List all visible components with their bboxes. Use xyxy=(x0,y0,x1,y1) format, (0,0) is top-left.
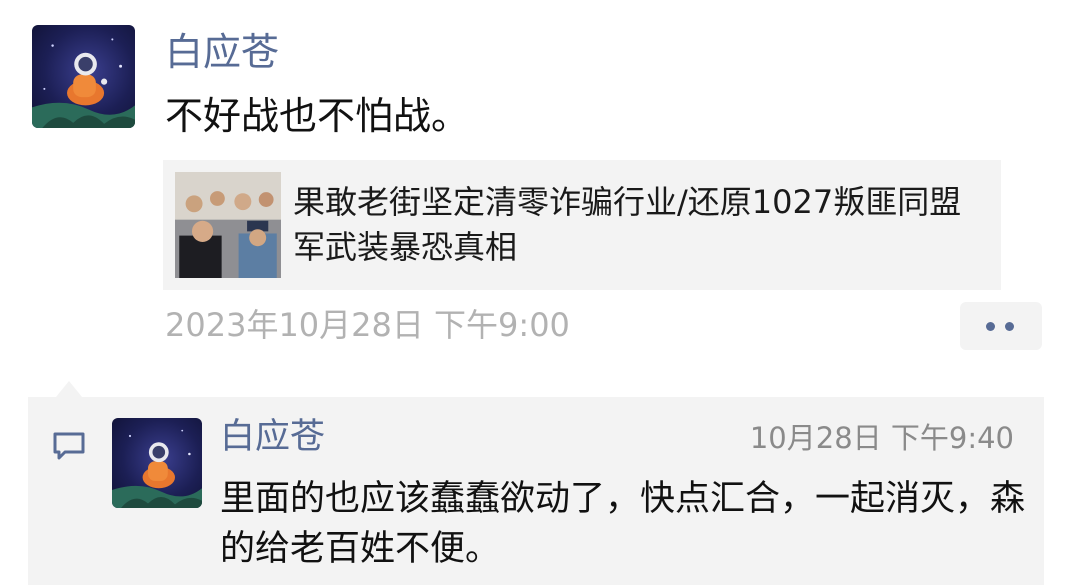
comment-author-avatar[interactable] xyxy=(112,418,202,508)
astronaut-avatar-image xyxy=(32,38,135,128)
comment-author-name[interactable]: 白应苍 xyxy=(220,420,325,455)
shared-link-card[interactable]: 果敢老街坚定清零诈骗行业/还原1027叛匪同盟军武装暴恐真相 xyxy=(163,160,1001,290)
comment-bubble-icon xyxy=(53,432,85,460)
more-dots-icon xyxy=(986,322,995,331)
more-actions-button[interactable] xyxy=(960,302,1042,350)
comment-text: 里面的也应该蠢蠢欲动了，快点汇合，一起消灭，森的给老百姓不便。 xyxy=(220,479,1026,569)
astronaut-avatar-image xyxy=(112,429,202,508)
post-timestamp: 2023年10月28日 下午9:00 xyxy=(165,306,570,344)
post-author-name[interactable]: 白应苍 xyxy=(165,33,279,71)
comment-area-pointer xyxy=(56,381,82,397)
more-dots-icon xyxy=(1005,322,1014,331)
post-author-avatar[interactable] xyxy=(32,25,135,128)
comment-timestamp: 10月28日 下午9:40 xyxy=(749,421,1014,455)
link-thumbnail xyxy=(175,172,281,278)
comment-area: 白应苍 10月28日 下午9:40 里面的也应该蠢蠢欲动了，快点汇合，一起消灭，… xyxy=(28,397,1044,585)
link-title: 果敢老街坚定清零诈骗行业/还原1027叛匪同盟军武装暴恐真相 xyxy=(293,183,962,266)
post-text: 不好战也不怕战。 xyxy=(165,94,470,138)
